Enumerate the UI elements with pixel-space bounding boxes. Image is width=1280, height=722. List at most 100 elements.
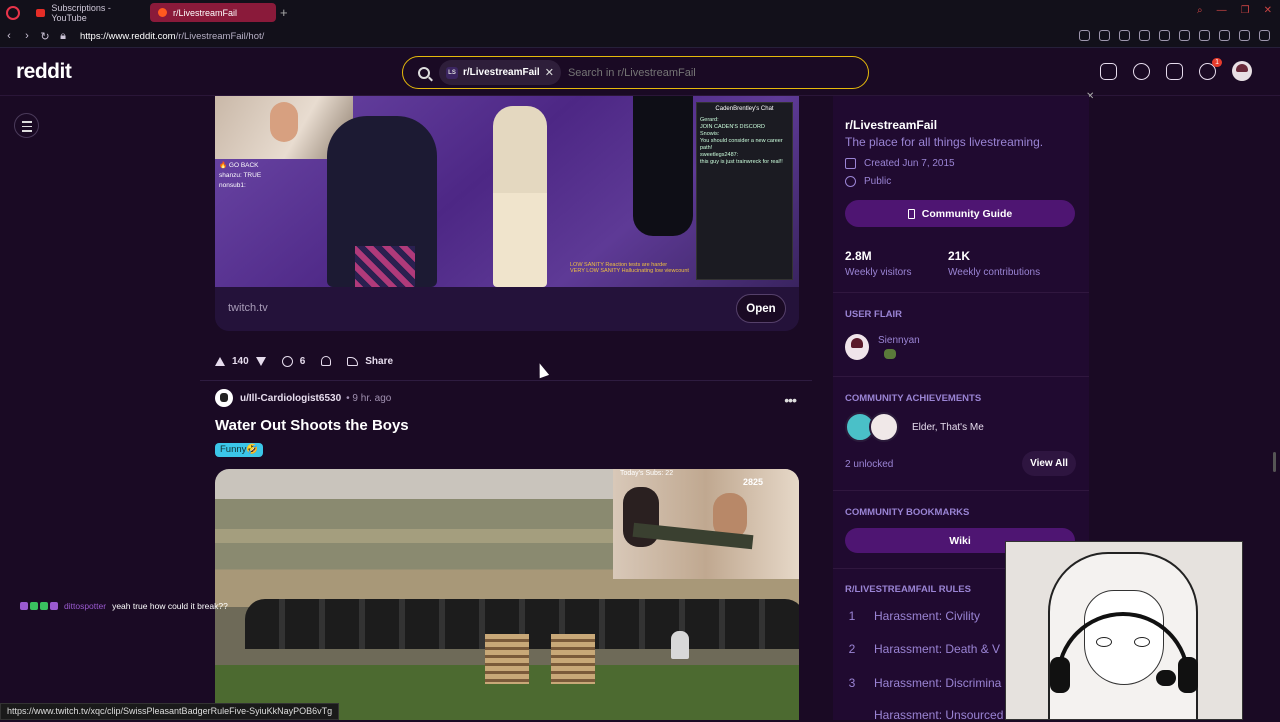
mouse-cursor-icon [534, 361, 550, 379]
badge-icon [20, 602, 28, 610]
header-actions: 1 [1100, 57, 1252, 81]
chat-line: nonsub1: [219, 182, 246, 189]
open-button[interactable]: Open [736, 294, 786, 323]
guide-label: Community Guide [921, 207, 1013, 220]
vchat-line: Snowis: [700, 131, 720, 137]
advertise-icon[interactable] [1100, 62, 1117, 80]
flair-name[interactable]: Siennyan [878, 335, 920, 346]
more-options-icon[interactable]: ••• [784, 392, 797, 408]
avatar[interactable] [1232, 61, 1252, 81]
downvote-icon[interactable] [255, 356, 266, 366]
search-tabs-icon[interactable]: ⌕ [1197, 5, 1203, 16]
heart-icon[interactable] [1159, 30, 1170, 41]
post-title[interactable]: Water Out Shoots the Boys [215, 417, 409, 434]
award-button[interactable] [321, 356, 332, 366]
lock-icon: 🔒︎ [60, 29, 66, 42]
rule-number: 1 [848, 609, 856, 623]
badge-icon [50, 602, 58, 610]
rule-item[interactable]: 1 Harassment: Civility [845, 609, 980, 623]
rule-item[interactable]: 2 Harassment: Death & V [845, 642, 1000, 656]
extension-icon[interactable] [1179, 30, 1190, 41]
post-media-card[interactable]: 🔥 GO BACK shanzu: TRUE nonsub1: CadenBre… [215, 96, 799, 331]
post-time: • 9 hr. ago [346, 392, 392, 404]
vchat-line: sweetlegs2487: [700, 152, 739, 158]
create-post-icon[interactable] [1166, 62, 1183, 80]
view-all-button[interactable]: View All [1022, 451, 1076, 476]
reddit-logo[interactable]: reddit [16, 60, 72, 84]
character-figure [633, 96, 693, 236]
maximize-icon[interactable]: ❐ [1241, 5, 1250, 16]
vchat-line: this guy is just trainwreck for real!! [700, 159, 783, 165]
vchat-line: You should consider a new career path! [700, 138, 783, 151]
vote-count: 140 [232, 355, 249, 367]
close-icon[interactable]: ✕ [545, 66, 554, 79]
community-title[interactable]: r/LivestreamFail [845, 118, 937, 132]
download-icon[interactable] [1239, 30, 1250, 41]
visitors-label: Weekly visitors [845, 267, 912, 278]
shield-icon[interactable] [1119, 30, 1130, 41]
divider [833, 376, 1089, 377]
flair-avatar[interactable] [845, 334, 869, 360]
headphone-cup [1050, 657, 1070, 693]
search-input[interactable] [567, 66, 828, 79]
window-controls: ⌕ — ❐ ✕ [1197, 5, 1272, 16]
tab-youtube[interactable]: Subscriptions - YouTube [28, 3, 150, 23]
search-bar[interactable]: LS r/LivestreamFail ✕ [402, 56, 869, 89]
forward-icon[interactable]: › [18, 30, 36, 42]
post-author[interactable]: u/Ill-Cardiologist6530 [240, 393, 341, 404]
minimize-icon[interactable]: — [1217, 5, 1227, 16]
chat-message: yeah true how could it break?? [112, 601, 228, 611]
globe-icon [845, 176, 856, 187]
url-field[interactable]: https://www.reddit.com/r/LivestreamFail/… [80, 31, 264, 42]
video-thumbnail[interactable]: Today's Subs: 22 2825 [215, 469, 799, 720]
page-scrollbar[interactable] [1272, 96, 1277, 696]
browser-tab-bar: Subscriptions - YouTube r/LivestreamFail… [0, 0, 1280, 25]
reddit-icon [158, 8, 167, 17]
reload-icon[interactable]: ↻ [36, 30, 54, 43]
share-label: Share [365, 355, 394, 367]
upvote-icon[interactable] [215, 356, 225, 366]
achievement-icon [869, 412, 899, 442]
play-icon[interactable] [1139, 30, 1150, 41]
hamburger-menu-button[interactable] [14, 113, 39, 138]
rule-item[interactable]: 3 Harassment: Discrimina [845, 676, 1002, 690]
video-chat-overlay: 🔥 GO BACK shanzu: TRUE nonsub1: [215, 159, 325, 219]
achievement-icons[interactable] [845, 412, 900, 443]
link-domain[interactable]: twitch.tv [228, 302, 268, 314]
user-avatar[interactable] [215, 389, 233, 407]
close-window-icon[interactable]: ✕ [1264, 5, 1272, 16]
puzzle-icon[interactable] [1199, 30, 1210, 41]
menu-icon[interactable] [1259, 30, 1270, 41]
profile-icon[interactable] [1219, 30, 1230, 41]
tab-label: r/LivestreamFail [173, 7, 238, 18]
zoom-icon[interactable] [1079, 30, 1090, 41]
post-header: u/Ill-Cardiologist6530 • 9 hr. ago [215, 389, 391, 407]
share-button[interactable]: Share [347, 356, 393, 367]
webcam-overlay [613, 469, 799, 579]
visibility: Public [864, 176, 892, 187]
scrollbar-thumb[interactable] [1273, 452, 1276, 472]
url-path: /r/LivestreamFail/hot/ [175, 30, 265, 42]
comments-button[interactable]: 6 [281, 355, 305, 367]
subreddit-chip[interactable]: LS r/LivestreamFail ✕ [439, 60, 561, 85]
headphone-cup [1178, 657, 1198, 693]
status-bar-url: https://www.twitch.tv/xqc/clip/SwissPlea… [0, 703, 340, 720]
opera-logo-icon[interactable] [6, 5, 20, 20]
achievements-heading: COMMUNITY ACHIEVEMENTS [845, 393, 982, 404]
post-actions: 140 6 Share [215, 349, 393, 373]
chat-icon[interactable] [1133, 62, 1150, 80]
post-flair[interactable]: Funny🤣 [215, 443, 264, 457]
contributions-value: 21K [948, 249, 971, 263]
video-thumbnail[interactable]: 🔥 GO BACK shanzu: TRUE nonsub1: CadenBre… [215, 96, 799, 287]
new-tab-icon[interactable]: + [280, 5, 288, 20]
community-guide-button[interactable]: Community Guide [845, 200, 1075, 227]
extension-icons [1079, 30, 1270, 41]
snapshot-icon[interactable] [1099, 30, 1110, 41]
tab-livestreamfail[interactable]: r/LivestreamFail [150, 3, 276, 22]
badge-icon [30, 602, 38, 610]
visitors-value: 2.8M [845, 249, 872, 263]
share-icon [347, 356, 359, 366]
back-icon[interactable]: ‹ [0, 30, 18, 42]
bell-icon[interactable]: 1 [1199, 57, 1222, 80]
contributions-label: Weekly contributions [948, 267, 1041, 278]
